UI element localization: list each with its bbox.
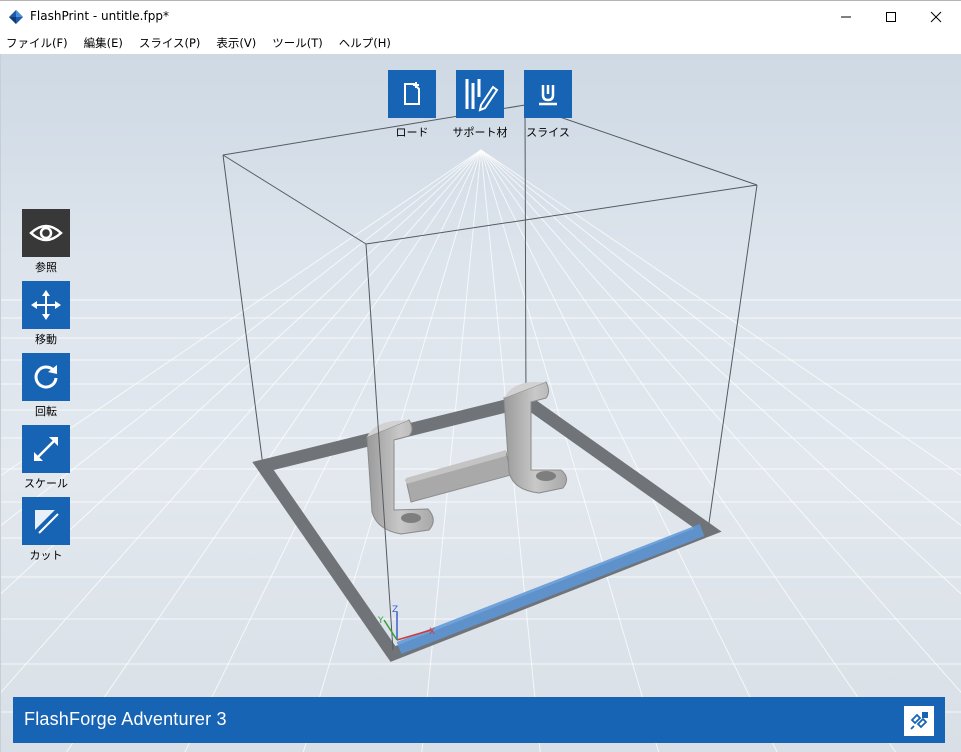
close-icon	[930, 11, 942, 22]
slice-icon	[539, 85, 557, 106]
printer-status-bar: FlashForge Adventurer 3	[13, 697, 945, 743]
window-title: FlashPrint - untitle.fpp*	[30, 9, 169, 23]
menu-edit[interactable]: 編集(E)	[76, 35, 131, 51]
rotate-label: 回転	[35, 405, 57, 418]
view-button[interactable]	[22, 209, 70, 257]
connect-printer-icon	[910, 712, 928, 730]
minimize-icon	[841, 16, 851, 17]
cut-button[interactable]	[22, 497, 70, 545]
move-icon	[31, 290, 61, 320]
move-button[interactable]	[22, 281, 70, 329]
connect-printer-button[interactable]	[904, 706, 934, 736]
maximize-icon	[886, 11, 896, 22]
load-button[interactable]	[388, 70, 436, 118]
support-icon	[465, 79, 499, 112]
eye-icon	[29, 224, 63, 242]
cut-icon	[32, 507, 60, 535]
title-bar: FlashPrint - untitle.fpp*	[0, 0, 961, 32]
menu-help[interactable]: ヘルプ(H)	[331, 35, 399, 51]
build-scene: Z X Y	[1, 104, 961, 752]
close-button[interactable]	[913, 1, 959, 32]
slice-button[interactable]	[524, 70, 572, 118]
menu-view[interactable]: 表示(V)	[208, 35, 264, 51]
3d-viewport[interactable]: Z X Y ロード サポート材 スライス 参照 移動 回転 スケール カット F…	[0, 54, 961, 752]
scale-icon	[34, 437, 58, 461]
menu-slice[interactable]: スライス(P)	[131, 35, 209, 51]
axis-x-label: X	[429, 627, 435, 637]
scale-label: スケール	[24, 477, 68, 490]
move-label: 移動	[35, 333, 57, 346]
floor-grid	[1, 149, 961, 752]
menu-tools[interactable]: ツール(T)	[264, 35, 331, 51]
axis-y-label: Y	[377, 616, 384, 626]
menu-bar: ファイル(F) 編集(E) スライス(P) 表示(V) ツール(T) ヘルプ(H…	[0, 32, 961, 53]
load-label: ロード	[395, 126, 429, 139]
print-bed	[252, 393, 722, 662]
view-label: 参照	[35, 261, 57, 274]
support-label: サポート材	[452, 126, 508, 139]
printer-name: FlashForge Adventurer 3	[24, 709, 227, 729]
cut-label: カット	[29, 549, 63, 562]
flashprint-diamond-icon	[9, 10, 23, 24]
maximize-button[interactable]	[868, 1, 914, 32]
rotate-icon	[34, 365, 58, 389]
rotate-button[interactable]	[22, 353, 70, 401]
slice-label: スライス	[526, 126, 570, 139]
minimize-button[interactable]	[823, 1, 869, 32]
axis-z-label: Z	[392, 605, 398, 615]
scale-button[interactable]	[22, 425, 70, 473]
load-file-icon	[404, 82, 420, 105]
menu-file[interactable]: ファイル(F)	[0, 35, 76, 51]
support-button[interactable]	[456, 70, 504, 118]
